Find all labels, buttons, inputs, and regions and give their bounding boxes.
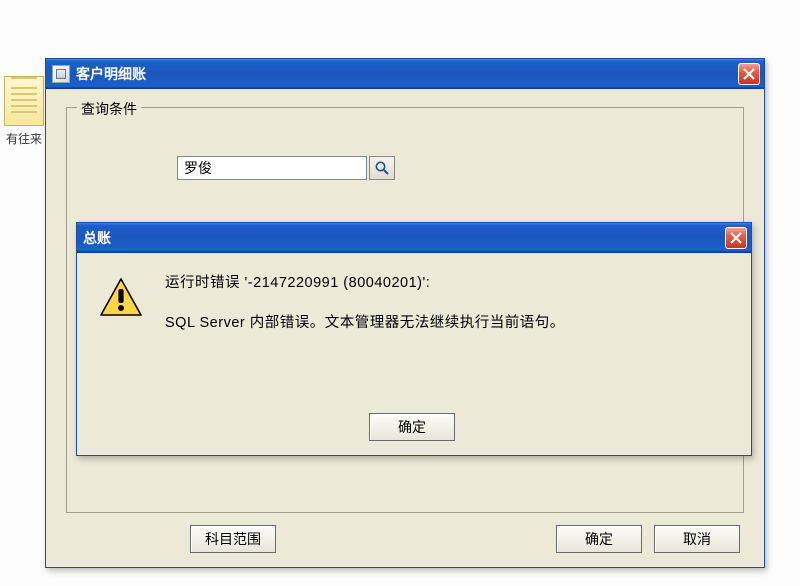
error-ok-button[interactable]: 确定 (369, 413, 455, 441)
groupbox-title: 查询条件 (77, 99, 141, 119)
ok-button[interactable]: 确定 (556, 525, 642, 553)
search-input[interactable] (177, 156, 367, 180)
error-button-row: 确定 (99, 407, 725, 441)
notes-icon (4, 76, 44, 126)
search-row (177, 156, 723, 180)
error-text: 运行时错误 '-2147220991 (80040201)': SQL Serv… (165, 273, 565, 407)
bottom-button-bar: 科目范围 确定 取消 (66, 513, 744, 553)
titlebar[interactable]: 客户明细账 (46, 59, 764, 89)
error-line1: 运行时错误 '-2147220991 (80040201)': (165, 273, 565, 295)
error-content: 运行时错误 '-2147220991 (80040201)': SQL Serv… (99, 273, 725, 407)
error-body: 运行时错误 '-2147220991 (80040201)': SQL Serv… (77, 253, 751, 455)
close-button[interactable] (738, 63, 760, 85)
window-icon (52, 65, 70, 83)
close-icon (730, 232, 742, 244)
cancel-button[interactable]: 取消 (654, 525, 740, 553)
search-button[interactable] (369, 156, 395, 180)
titlebar[interactable]: 总账 (77, 223, 751, 253)
window-title: 客户明细账 (76, 64, 738, 84)
desktop-icon-label: 有往来 (0, 130, 48, 147)
close-button[interactable] (725, 227, 747, 249)
warning-icon (99, 277, 143, 317)
desktop-folder-icon[interactable]: 有往来 (0, 76, 48, 147)
error-dialog: 总账 运行时错误 '-2147220991 (80040201)': SQL S… (76, 222, 752, 456)
close-icon (743, 68, 755, 80)
scope-button[interactable]: 科目范围 (190, 525, 276, 553)
error-title: 总账 (83, 228, 725, 248)
search-icon (374, 160, 390, 176)
error-line2: SQL Server 内部错误。文本管理器无法继续执行当前语句。 (165, 313, 565, 335)
